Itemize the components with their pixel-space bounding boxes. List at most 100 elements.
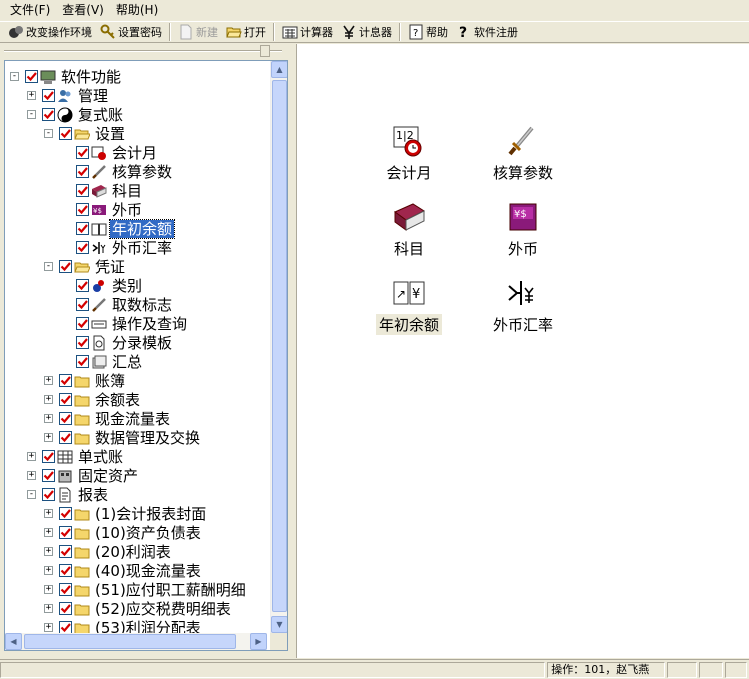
- tree-checkbox[interactable]: [76, 165, 89, 178]
- tree-foreign-currency[interactable]: ¥$ 外币: [76, 200, 144, 219]
- expand-button[interactable]: +: [44, 414, 53, 423]
- tree-reports[interactable]: 报表: [42, 485, 110, 504]
- tree-checkbox[interactable]: [76, 222, 89, 235]
- tree-checkbox[interactable]: [42, 488, 55, 501]
- tree-checkbox[interactable]: [76, 317, 89, 330]
- tree-accounting-params[interactable]: 核算参数: [76, 162, 174, 181]
- tree-single-entry[interactable]: 单式账: [42, 447, 125, 466]
- tree-double-entry[interactable]: 复式账: [42, 105, 125, 124]
- change-env-button[interactable]: 改变操作环境: [4, 22, 96, 42]
- expand-button[interactable]: +: [27, 471, 36, 480]
- tree-fixed-assets[interactable]: 固定资产: [42, 466, 140, 485]
- expand-button[interactable]: +: [27, 452, 36, 461]
- tree-report-item[interactable]: (53)利润分配表: [59, 618, 203, 633]
- expand-button[interactable]: +: [44, 509, 53, 518]
- scroll-thumb[interactable]: [272, 80, 287, 612]
- collapse-button[interactable]: -: [44, 129, 53, 138]
- expand-button[interactable]: +: [44, 395, 53, 404]
- tree-checkbox[interactable]: [59, 374, 72, 387]
- tree-checkbox[interactable]: [76, 355, 89, 368]
- tree-entry-template[interactable]: 分录模板: [76, 333, 174, 352]
- scroll-right-button[interactable]: ▶: [250, 633, 267, 650]
- tree-accounting-month[interactable]: 会计月: [76, 143, 159, 162]
- expand-button[interactable]: +: [44, 376, 53, 385]
- icon-foreign-currency[interactable]: ¥$ 外币: [473, 200, 573, 266]
- tree-report-item[interactable]: (40)现金流量表: [59, 561, 203, 580]
- help-button[interactable]: ? 帮助: [404, 22, 452, 42]
- expand-button[interactable]: +: [44, 623, 53, 632]
- tree-report-item[interactable]: (1)会计报表封面: [59, 504, 208, 523]
- tree-checkbox[interactable]: [42, 469, 55, 482]
- collapse-button[interactable]: -: [44, 262, 53, 271]
- tree-checkbox[interactable]: [59, 526, 72, 539]
- menu-view[interactable]: 查看(V): [56, 0, 110, 20]
- tree-checkbox[interactable]: [59, 412, 72, 425]
- expand-button[interactable]: +: [44, 547, 53, 556]
- icon-accounting-month[interactable]: 1|2 会计月: [359, 124, 459, 190]
- tree-checkbox[interactable]: [76, 336, 89, 349]
- tree-checkbox[interactable]: [76, 279, 89, 292]
- tree-checkbox[interactable]: [59, 602, 72, 615]
- expand-button[interactable]: +: [44, 604, 53, 613]
- tree-checkbox[interactable]: [76, 298, 89, 311]
- scroll-down-button[interactable]: ▼: [271, 616, 287, 633]
- tree-cash-flow-table[interactable]: 现金流量表: [59, 409, 172, 428]
- tree-checkbox[interactable]: [59, 507, 72, 520]
- scroll-left-button[interactable]: ◀: [5, 633, 22, 650]
- tree-checkbox[interactable]: [76, 184, 89, 197]
- tree-checkbox[interactable]: [76, 241, 89, 254]
- set-password-button[interactable]: 设置密码: [96, 22, 166, 42]
- tree-data-manage[interactable]: 数据管理及交换: [59, 428, 202, 447]
- tree-manage[interactable]: 管理: [42, 86, 110, 105]
- tree-checkbox[interactable]: [59, 583, 72, 596]
- register-button[interactable]: ? 软件注册: [452, 22, 522, 42]
- menu-help[interactable]: 帮助(H): [110, 0, 164, 20]
- tree-summary[interactable]: 汇总: [76, 352, 144, 371]
- tree-operate-query[interactable]: 操作及查询: [76, 314, 189, 333]
- tree-checkbox[interactable]: [42, 108, 55, 121]
- tree-settings[interactable]: 设置: [59, 124, 127, 143]
- expand-button[interactable]: +: [44, 585, 53, 594]
- tree-exchange-rate[interactable]: 外币汇率: [76, 238, 174, 257]
- calculator-button[interactable]: 计算器: [278, 22, 337, 42]
- counter-button[interactable]: 计息器: [337, 22, 396, 42]
- tree-checkbox[interactable]: [76, 203, 89, 216]
- tree-checkbox[interactable]: [42, 450, 55, 463]
- tree-report-item[interactable]: (51)应付职工薪酬明细: [59, 580, 248, 599]
- tree-checkbox[interactable]: [59, 621, 72, 633]
- tree-checkbox[interactable]: [59, 564, 72, 577]
- tree-root[interactable]: 软件功能: [25, 67, 123, 86]
- tree-checkbox[interactable]: [25, 70, 38, 83]
- tree-checkbox[interactable]: [59, 127, 72, 140]
- expand-button[interactable]: +: [44, 433, 53, 442]
- new-button[interactable]: 新建: [174, 22, 222, 42]
- tree-checkbox[interactable]: [59, 431, 72, 444]
- collapse-button[interactable]: -: [27, 110, 36, 119]
- tree-report-item[interactable]: (52)应交税费明细表: [59, 599, 233, 618]
- tree-checkbox[interactable]: [76, 146, 89, 159]
- h-scroll-thumb[interactable]: [24, 634, 236, 649]
- icon-exchange-rate[interactable]: 外币汇率: [473, 276, 573, 342]
- icon-subjects[interactable]: 科目: [359, 200, 459, 266]
- tree-checkbox[interactable]: [59, 393, 72, 406]
- tree-checkbox[interactable]: [42, 89, 55, 102]
- tree-category[interactable]: 类别: [76, 276, 144, 295]
- splitter-knob[interactable]: [260, 45, 270, 57]
- tree-vertical-scrollbar[interactable]: ▲ ▼: [270, 61, 287, 633]
- collapse-button[interactable]: -: [10, 72, 19, 81]
- expand-button[interactable]: +: [27, 91, 36, 100]
- collapse-button[interactable]: -: [27, 490, 36, 499]
- open-button[interactable]: 打开: [222, 22, 270, 42]
- splitter-grip[interactable]: [0, 44, 290, 58]
- function-tree[interactable]: - 软件功能 + 管理 - 复式账 - 设置 会计月 核算参数 科目 ¥$ 外币 年初余额 外币汇率 - 凭证类…: [4, 60, 288, 651]
- tree-report-item[interactable]: (10)资产负债表: [59, 523, 203, 542]
- scroll-up-button[interactable]: ▲: [271, 61, 287, 78]
- tree-report-item[interactable]: (20)利润表: [59, 542, 173, 561]
- expand-button[interactable]: +: [44, 528, 53, 537]
- icon-accounting-params[interactable]: 核算参数: [473, 124, 573, 190]
- tree-voucher[interactable]: 凭证: [59, 257, 127, 276]
- tree-ledger[interactable]: 账簿: [59, 371, 127, 390]
- tree-checkbox[interactable]: [59, 260, 72, 273]
- tree-balance-table[interactable]: 余额表: [59, 390, 142, 409]
- tree-opening-balance[interactable]: 年初余额: [76, 218, 176, 239]
